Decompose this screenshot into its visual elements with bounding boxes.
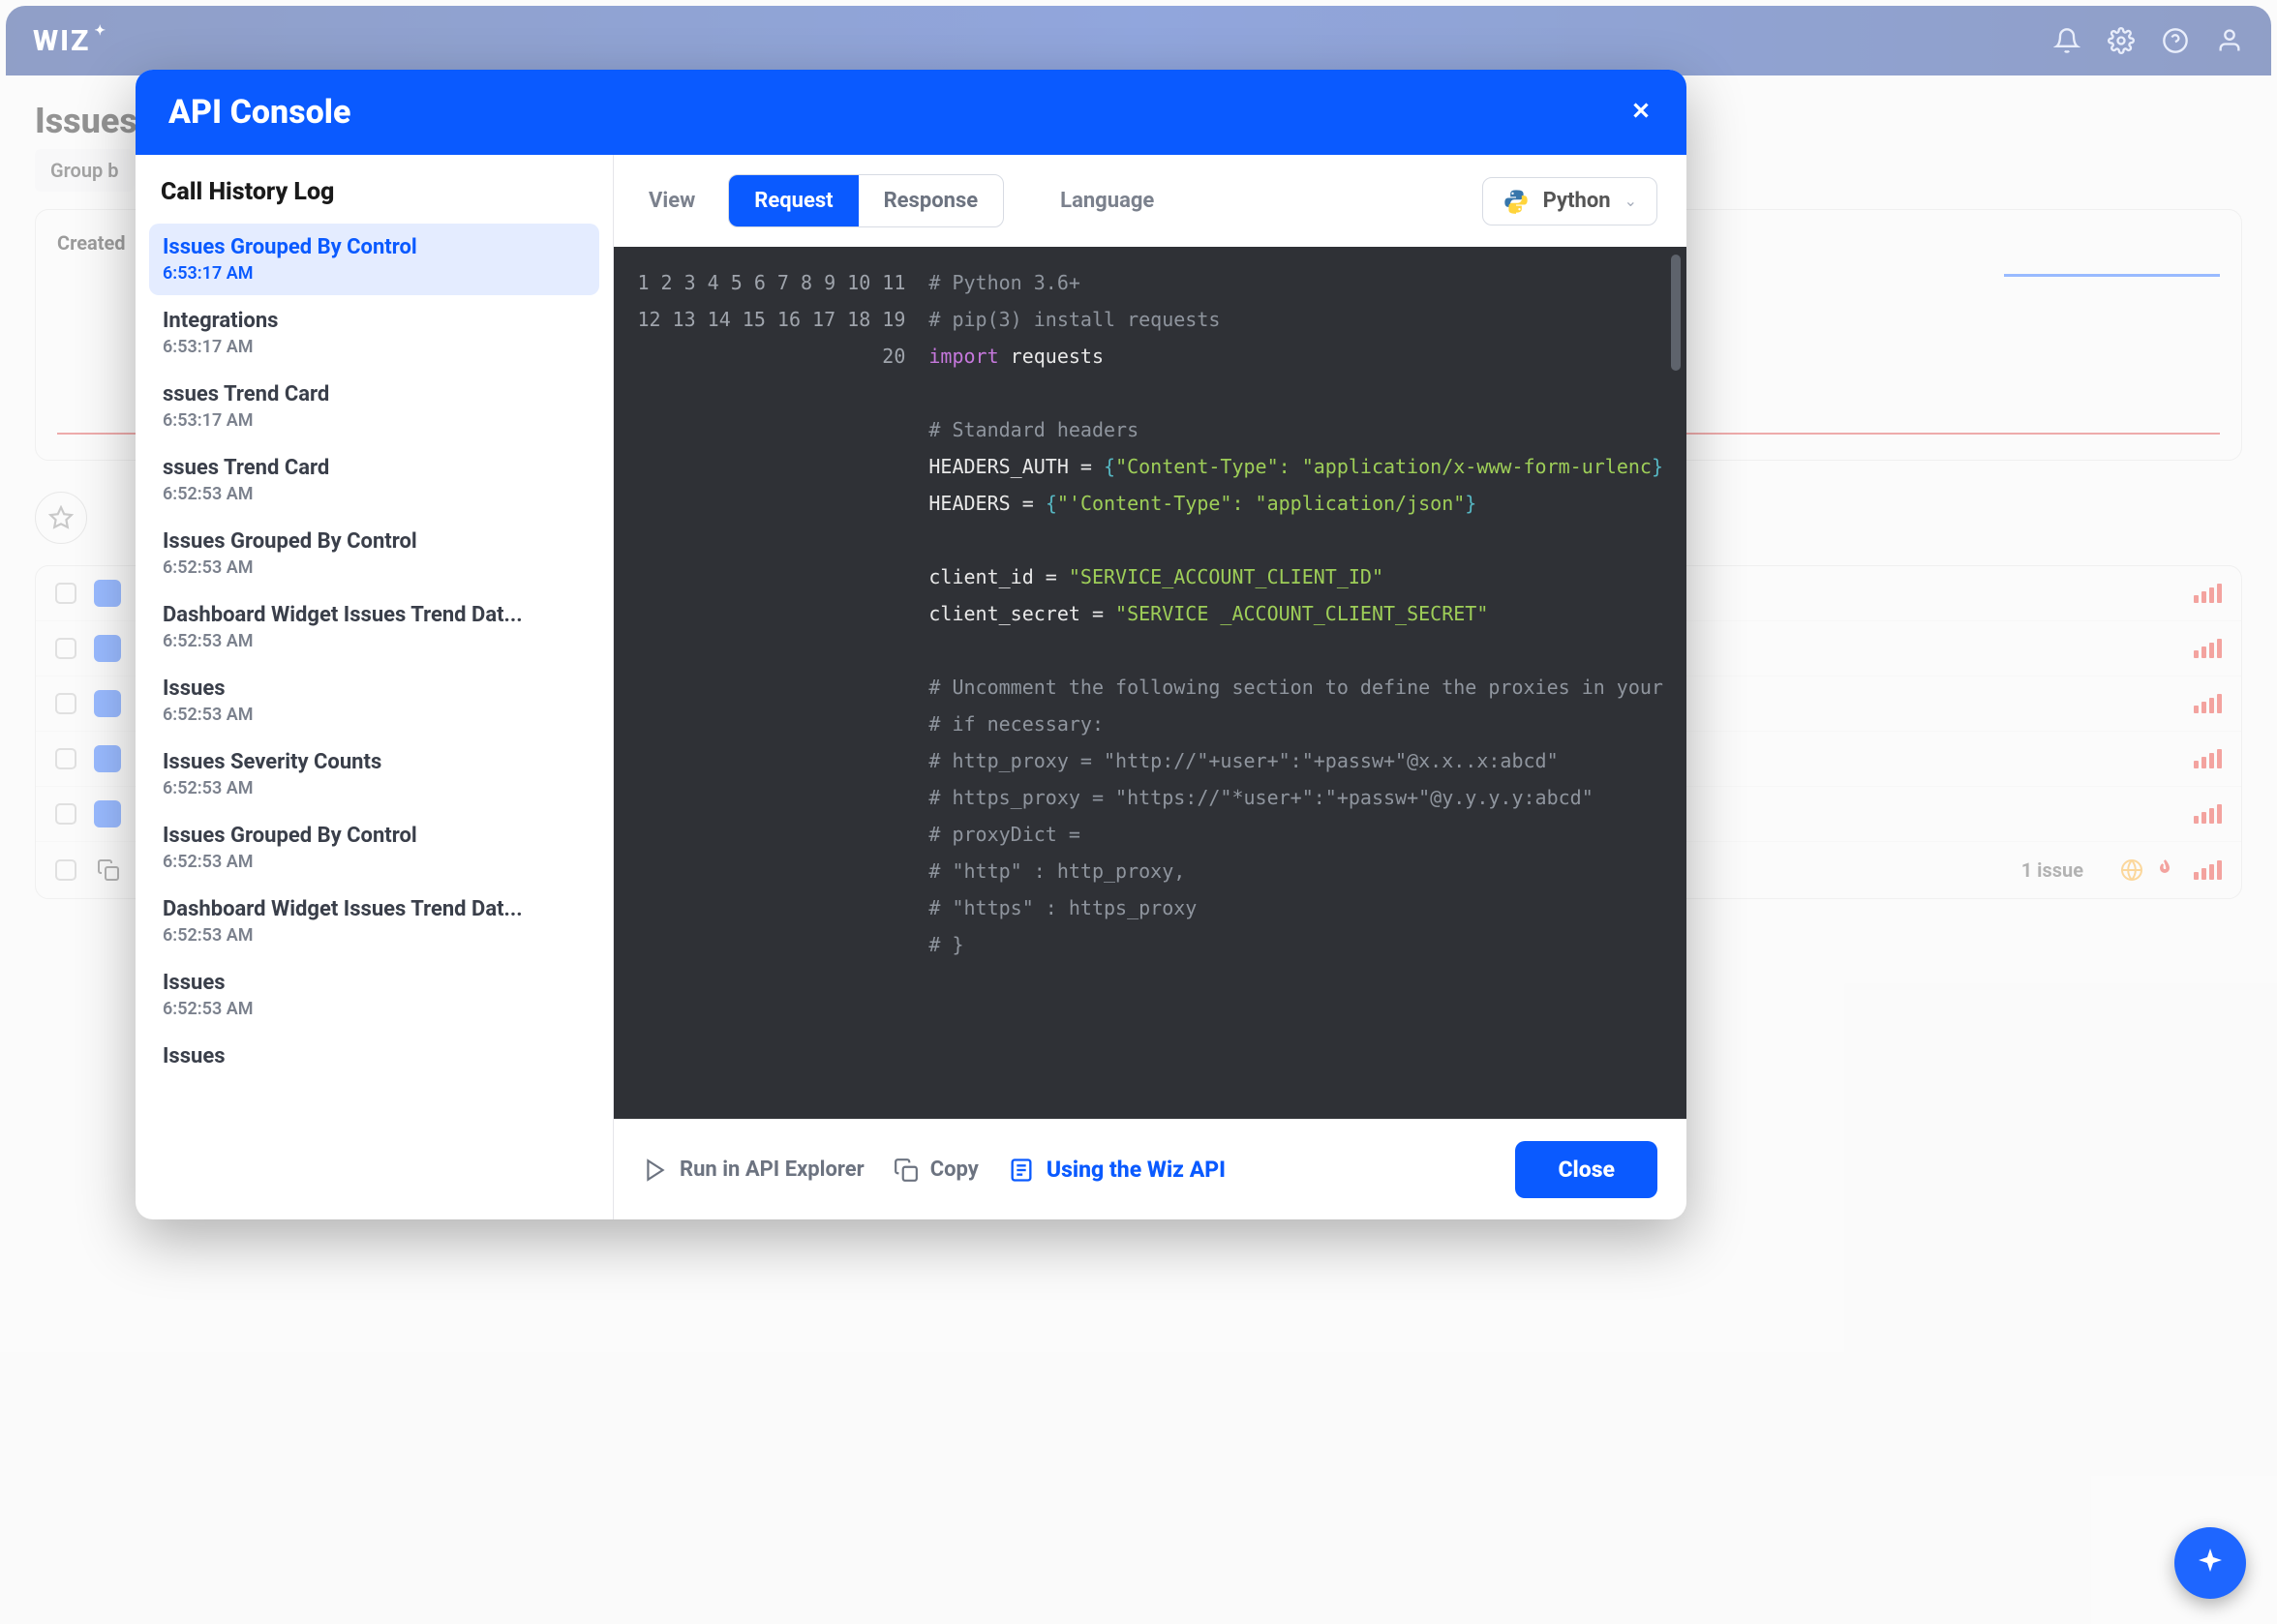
history-item-name: Issues Grouped By Control — [163, 824, 586, 848]
call-history-pane: Call History Log Issues Grouped By Contr… — [136, 155, 614, 1219]
code-editor[interactable]: 1 2 3 4 5 6 7 8 9 10 11 12 13 14 15 16 1… — [614, 247, 1686, 1119]
modal-title: API Console — [168, 93, 350, 132]
copy-icon — [894, 1158, 919, 1183]
history-item-name: ssues Trend Card — [163, 456, 586, 480]
run-label: Run in API Explorer — [680, 1158, 865, 1182]
sparkle-icon — [2193, 1546, 2228, 1580]
history-item[interactable]: ssues Trend Card 6:52:53 AM — [149, 444, 599, 516]
modal-header: API Console — [136, 70, 1686, 155]
history-item[interactable]: Integrations 6:53:17 AM — [149, 297, 599, 369]
history-item-name: Issues — [163, 971, 586, 995]
history-item[interactable]: Dashboard Widget Issues Trend Dat... 6:5… — [149, 886, 599, 957]
history-item-name: Dashboard Widget Issues Trend Dat... — [163, 897, 586, 921]
history-item-name: Issues Grouped By Control — [163, 529, 586, 554]
history-item-name: Issues Severity Counts — [163, 750, 586, 774]
history-item-name: Integrations — [163, 309, 586, 333]
close-icon[interactable] — [1628, 93, 1654, 132]
docs-link[interactable]: Using the Wiz API — [1008, 1157, 1226, 1184]
history-item-time: 6:52:53 AM — [163, 484, 586, 504]
history-item-time: 6:53:17 AM — [163, 337, 586, 357]
history-item-name: Dashboard Widget Issues Trend Dat... — [163, 603, 586, 627]
close-button[interactable]: Close — [1515, 1141, 1657, 1198]
docs-label: Using the Wiz API — [1047, 1157, 1226, 1183]
history-item[interactable]: Issues Grouped By Control 6:52:53 AM — [149, 812, 599, 884]
request-response-segment: Request Response — [728, 174, 1004, 227]
history-item-name: ssues Trend Card — [163, 382, 586, 406]
copy-label: Copy — [930, 1158, 979, 1182]
language-dropdown[interactable]: Python ⌄ — [1482, 177, 1657, 226]
scrollbar-thumb[interactable] — [1671, 255, 1681, 371]
history-item-name: Issues — [163, 1044, 586, 1068]
request-tab[interactable]: Request — [729, 175, 858, 226]
history-item-time: 6:52:53 AM — [163, 631, 586, 651]
response-tab[interactable]: Response — [859, 175, 1004, 226]
line-gutter: 1 2 3 4 5 6 7 8 9 10 11 12 13 14 15 16 1… — [614, 247, 919, 1119]
history-item[interactable]: Issues 6:52:53 AM — [149, 959, 599, 1031]
history-item-time: 6:52:53 AM — [163, 705, 586, 725]
history-item-time: 6:53:17 AM — [163, 410, 586, 431]
history-item-name: Issues Grouped By Control — [163, 235, 586, 259]
history-item[interactable]: Issues Severity Counts 6:52:53 AM — [149, 738, 599, 810]
language-label: Language — [1060, 189, 1154, 213]
history-item[interactable]: Issues Grouped By Control 6:53:17 AM — [149, 224, 599, 295]
history-item-time: 6:52:53 AM — [163, 852, 586, 872]
history-item[interactable]: Issues — [149, 1033, 599, 1084]
history-item-time: 6:52:53 AM — [163, 925, 586, 946]
history-item[interactable]: Issues 6:52:53 AM — [149, 665, 599, 737]
history-item[interactable]: ssues Trend Card 6:53:17 AM — [149, 371, 599, 442]
view-tab[interactable]: View — [643, 179, 701, 223]
history-item-time: 6:52:53 AM — [163, 999, 586, 1019]
language-value: Python — [1543, 189, 1611, 213]
history-item-time: 6:52:53 AM — [163, 557, 586, 578]
api-console-modal: API Console Call History Log Issues Grou… — [136, 70, 1686, 1219]
modal-footer: Run in API Explorer Copy Using the Wiz A… — [614, 1119, 1686, 1219]
history-item-time: 6:53:17 AM — [163, 263, 586, 284]
assistant-fab[interactable] — [2174, 1527, 2246, 1599]
history-item[interactable]: Dashboard Widget Issues Trend Dat... 6:5… — [149, 591, 599, 663]
history-item-time: 6:52:53 AM — [163, 778, 586, 798]
history-title: Call History Log — [149, 178, 599, 224]
run-api-explorer-button[interactable]: Run in API Explorer — [643, 1158, 865, 1183]
copy-button[interactable]: Copy — [894, 1158, 979, 1183]
code-toolbar: View Request Response Language Python ⌄ — [614, 155, 1686, 247]
python-icon — [1503, 188, 1530, 215]
history-item-name: Issues — [163, 677, 586, 701]
chevron-down-icon: ⌄ — [1624, 192, 1637, 210]
code-content: # Python 3.6+ # pip(3) install requests … — [919, 247, 1686, 1119]
history-item[interactable]: Issues Grouped By Control 6:52:53 AM — [149, 518, 599, 589]
play-icon — [643, 1158, 668, 1183]
document-icon — [1008, 1157, 1035, 1184]
